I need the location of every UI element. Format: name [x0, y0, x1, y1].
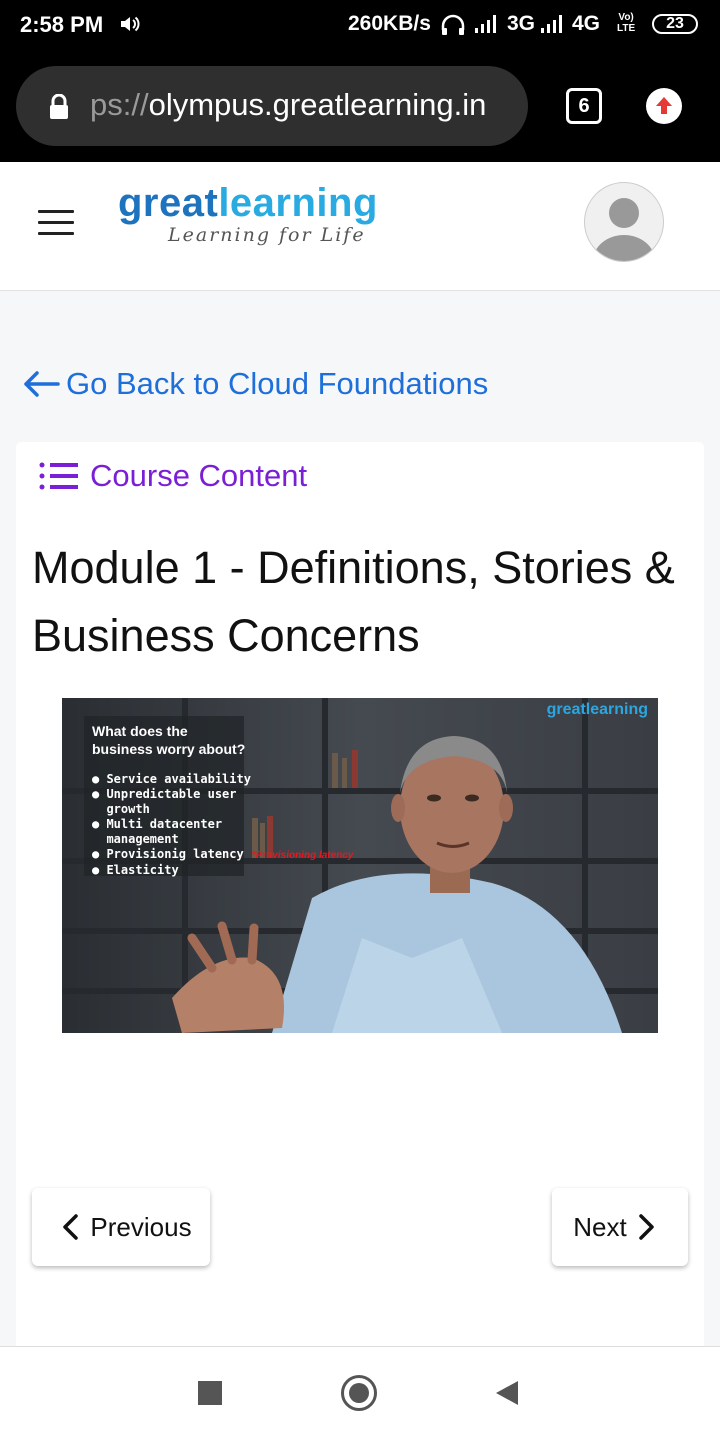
tab-switcher-button[interactable]: 6 — [566, 88, 602, 124]
update-icon[interactable] — [646, 88, 682, 124]
video-player[interactable]: What does the business worry about? ● Se… — [62, 698, 658, 1033]
next-button[interactable]: Next — [552, 1188, 688, 1266]
video-watermark-logo: greatlearning — [546, 701, 648, 718]
volume-icon — [121, 16, 140, 32]
module-title: Module 1 - Definitions, Stories & Busine… — [32, 542, 675, 661]
signal-icon — [541, 15, 562, 33]
hamburger-menu-icon[interactable] — [38, 210, 74, 236]
next-button-label: Next — [573, 1211, 627, 1242]
previous-button-label: Previous — [90, 1211, 192, 1242]
signal-icon — [475, 15, 496, 33]
lock-icon — [50, 94, 68, 119]
avatar[interactable] — [584, 182, 664, 262]
chevron-right-icon — [638, 1214, 654, 1240]
back-link-label: Go Back to Cloud Foundations — [66, 366, 489, 401]
status-bar: 2:58 PM 260KB/s 3G 4G Vo) LTE 23 — [0, 0, 720, 52]
back-triangle-icon[interactable] — [494, 1379, 520, 1407]
greatlearning-logo[interactable]: greatlearning Learning for Life — [118, 180, 378, 246]
arrow-left-icon — [24, 371, 60, 397]
list-icon — [39, 462, 78, 490]
volte-indicator: Vo) LTE — [617, 12, 636, 34]
course-content-link[interactable]: Course Content — [38, 458, 307, 494]
back-link[interactable]: Go Back to Cloud Foundations — [22, 366, 488, 402]
previous-button[interactable]: Previous — [32, 1188, 210, 1266]
home-icon[interactable] — [341, 1375, 377, 1411]
app-header: greatlearning Learning for Life — [0, 162, 720, 291]
course-content-label: Course Content — [90, 458, 308, 493]
browser-toolbar: ps://olympus.greatlearning.in 6 — [0, 52, 720, 162]
content-card: Course Content Module 1 - Definitions, S… — [16, 442, 704, 1362]
network-3g: 3G — [507, 12, 536, 35]
video-annotation: *Provisioning latency — [251, 850, 354, 861]
network-speed: 260KB/s — [348, 12, 431, 35]
url-text: ps://olympus.greatlearning.in — [90, 87, 487, 122]
headset-icon — [441, 14, 465, 35]
video-slide-bullets: ● Service availability ● Unpredictable u… — [92, 772, 354, 877]
address-bar[interactable]: ps://olympus.greatlearning.in — [16, 66, 528, 146]
system-navigation-bar — [0, 1346, 720, 1441]
status-time: 2:58 PM — [20, 12, 104, 37]
user-icon — [593, 198, 655, 261]
chevron-left-icon — [63, 1214, 79, 1240]
battery-icon: 23 — [652, 14, 698, 34]
video-slide-heading: What does the business worry about? — [92, 723, 246, 757]
network-4g: 4G — [572, 12, 601, 35]
recents-icon[interactable] — [198, 1381, 222, 1405]
logo-tagline: Learning for Life — [168, 224, 366, 246]
